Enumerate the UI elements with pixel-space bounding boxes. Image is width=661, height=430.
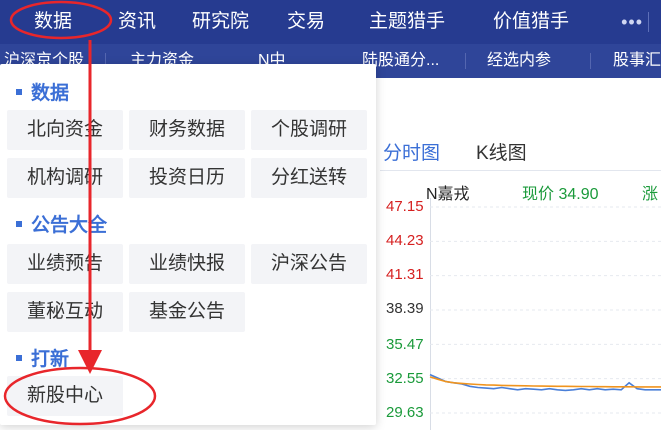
investment-calendar-button[interactable]: 投资日历 xyxy=(129,158,245,198)
fund-announcements-button[interactable]: 基金公告 xyxy=(129,292,245,332)
price-line xyxy=(429,373,661,392)
section-title-ipo: 打新 xyxy=(16,344,69,371)
section-bullet-icon xyxy=(16,220,22,227)
section-bullet-icon xyxy=(16,354,22,361)
section-title-label: 数据 xyxy=(31,83,70,104)
board-secretary-qa-button[interactable]: 董秘互动 xyxy=(7,292,123,332)
section-title-label: 公告大全 xyxy=(31,215,108,236)
sh-sz-announcements-button[interactable]: 沪深公告 xyxy=(251,244,367,284)
new-stock-center-button[interactable]: 新股中心 xyxy=(7,376,123,416)
financial-data-button[interactable]: 财务数据 xyxy=(129,110,245,150)
dividend-button[interactable]: 分红送转 xyxy=(251,158,367,198)
data-dropdown-panel: 数据 北向资金 财务数据 个股调研 机构调研 投资日历 分红送转 公告大全 业绩… xyxy=(0,64,376,425)
earnings-forecast-button[interactable]: 业绩预告 xyxy=(7,244,123,284)
section-title-announcements: 公告大全 xyxy=(16,210,107,237)
section-bullet-icon xyxy=(16,88,22,95)
northbound-funds-button[interactable]: 北向资金 xyxy=(7,110,123,150)
section-title-label: 打新 xyxy=(31,349,70,370)
institution-research-button[interactable]: 机构调研 xyxy=(7,158,123,198)
section-title-data: 数据 xyxy=(16,78,69,105)
stock-research-button[interactable]: 个股调研 xyxy=(251,110,367,150)
earnings-flash-button[interactable]: 业绩快报 xyxy=(129,244,245,284)
